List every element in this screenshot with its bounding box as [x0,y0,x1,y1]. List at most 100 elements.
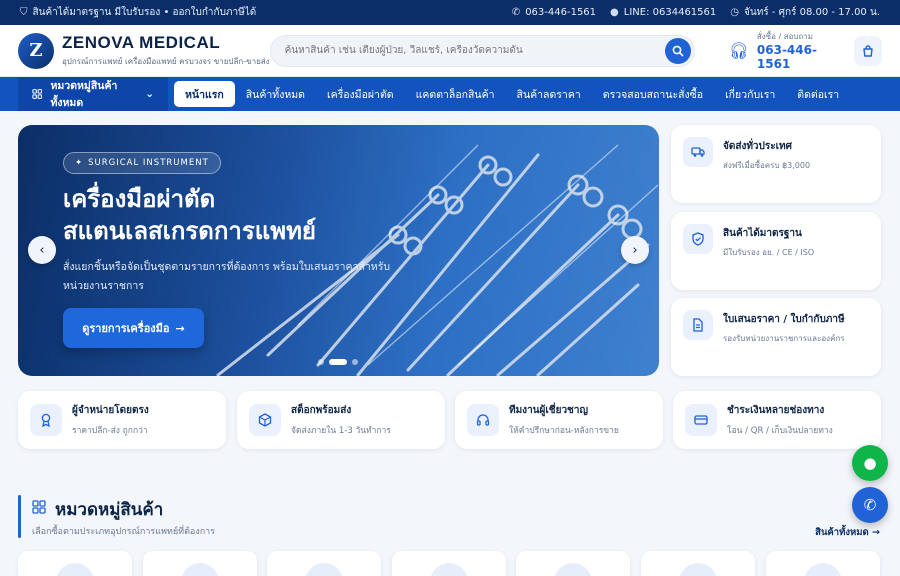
carousel-next-button[interactable]: › [621,236,649,264]
category-icon [430,563,468,576]
category-card[interactable] [18,551,132,576]
search-button[interactable] [664,37,691,64]
hero-cta-label: ดูรายการเครื่องมือ [82,322,170,335]
category-card[interactable] [143,551,257,576]
view-all-label: สินค้าทั้งหมด [815,527,869,538]
side-card-text: ส่งฟรีเมื่อซื้อครบ ฿3,000 [723,161,811,170]
topbar-phone[interactable]: ✆ 063-446-1561 [512,7,596,18]
nav-item-surgical-instruments[interactable]: เครื่องมือผ่าตัด [316,81,405,107]
sparkle-icon: ✦ [75,158,84,168]
hero-title-line2: สแตนเลสเกรดการแพทย์ [63,217,316,245]
logo-link[interactable]: Z ZENOVA MEDICAL อุปกรณ์การแพทย์ เครื่อง… [18,32,270,69]
chat-icon: ● [610,7,619,18]
all-categories-dropdown[interactable]: หมวดหมู่สินค้าทั้งหมด ⌄ [18,77,168,111]
shield-icon: ⛉ [20,7,28,18]
chat-bubble-icon: ● [863,454,877,472]
side-card-standard[interactable]: สินค้าได้มาตรฐาน มีใบรับรอง อย. / CE / I… [671,212,881,290]
brand-name: ZENOVA MEDICAL [62,33,221,52]
cart-button[interactable] [854,35,882,66]
category-card[interactable] [766,551,880,576]
feature-title: สต็อกพร้อมส่ง [291,405,352,416]
hero-badge: ✦ SURGICAL INSTRUMENT [63,152,221,174]
call-button[interactable]: ✆ [852,487,888,523]
side-card-text: รองรับหน่วยงานราชการและองค์กร [723,334,845,343]
carousel-dot[interactable] [318,359,324,365]
carousel-dot[interactable] [352,359,358,365]
hero-title-line1: เครื่องมือผ่าตัด [63,185,216,213]
credit-card-icon [685,404,717,436]
feature-text: โอน / QR / เก็บเงินปลายทาง [727,426,833,436]
feature-direct-seller: ผู้จำหน่ายโดยตรง ราคาปลีก-ส่ง ถูกกว่า [18,391,226,449]
line-chat-button[interactable]: ● [852,445,888,481]
chevron-down-icon: ⌄ [145,88,154,100]
clock-icon: ◷ [730,7,739,18]
category-icon [305,563,343,576]
nav-item-home[interactable]: หน้าแรก [174,81,235,107]
grid-icon [32,500,46,518]
feature-text: ราคาปลีก-ส่ง ถูกกว่า [72,426,148,436]
carousel-dot-active[interactable] [329,359,347,365]
hero-title: เครื่องมือผ่าตัด สแตนเลสเกรดการแพทย์ [63,183,316,247]
feature-payment: ชำระเงินหลายช่องทาง โอน / QR / เก็บเงินป… [673,391,881,449]
side-card-title: ใบเสนอราคา / ใบกำกับภาษี [723,314,845,325]
side-card-title: จัดส่งทั่วประเทศ [723,141,792,152]
hero-badge-text: SURGICAL INSTRUMENT [88,158,209,168]
topbar-hours-text: จันทร์ - ศุกร์ 08.00 - 17.00 น. [744,7,880,18]
feature-title: ทีมงานผู้เชี่ยวชาญ [509,405,588,416]
topbar-hours: ◷ จันทร์ - ศุกร์ 08.00 - 17.00 น. [730,5,880,20]
feature-stock: สต็อกพร้อมส่ง จัดส่งภายใน 1-3 วันทำการ [237,391,445,449]
carousel-prev-button[interactable]: ‹ [28,236,56,264]
nav-item-about[interactable]: เกี่ยวกับเรา [714,81,786,107]
feature-experts: ทีมงานผู้เชี่ยวชาญ ให้คำปรึกษาก่อน-หลังก… [455,391,663,449]
search-bar [269,34,695,67]
category-icon [181,563,219,576]
grid-icon [32,89,43,99]
hero-cta-button[interactable]: ดูรายการเครื่องมือ → [63,308,204,348]
view-all-products-link[interactable]: สินค้าทั้งหมด → [815,525,880,540]
section-accent-bar [18,495,21,538]
category-card[interactable] [641,551,755,576]
headset-icon [467,404,499,436]
header-contact[interactable]: 🎧︎ สั่งซื้อ / สอบถาม 063-446-1561 [729,30,842,71]
category-icon [679,563,717,576]
feature-text: จัดส่งภายใน 1-3 วันทำการ [291,426,391,436]
side-card-quotation[interactable]: ใบเสนอราคา / ใบกำกับภาษี รองรับหน่วยงานร… [671,298,881,376]
carousel-dots [318,359,358,365]
logo-icon: Z [18,32,54,69]
category-card[interactable] [267,551,381,576]
certified-notice: ⛉ สินค้าได้มาตรฐาน มีใบรับรอง • ออกใบกำก… [20,5,256,20]
nav-item-all-products[interactable]: สินค้าทั้งหมด [235,81,316,107]
nav-item-order-status[interactable]: ตรวจสอบสถานะสั่งซื้อ [592,81,714,107]
award-icon [30,404,62,436]
side-card-text: มีใบรับรอง อย. / CE / ISO [723,248,815,257]
contact-phone: 063-446-1561 [756,43,817,71]
nav-item-contact[interactable]: ติดต่อเรา [786,81,850,107]
certified-text: สินค้าได้มาตรฐาน มีใบรับรอง • ออกใบกำกับ… [32,7,257,18]
category-card[interactable] [392,551,506,576]
shopping-bag-icon [863,44,873,57]
feature-title: ผู้จำหน่ายโดยตรง [72,405,149,416]
site-header: Z ZENOVA MEDICAL อุปกรณ์การแพทย์ เครื่อง… [0,25,900,77]
nav-item-catalog[interactable]: แคตตาล็อกสินค้า [405,81,506,107]
topbar-line-text: LINE: 0634461561 [623,7,717,18]
feature-text: ให้คำปรึกษาก่อน-หลังการขาย [509,426,619,436]
nav-item-sale[interactable]: สินค้าลดราคา [506,81,592,107]
category-card[interactable] [516,551,630,576]
top-info-bar: ⛉ สินค้าได้มาตรฐาน มีใบรับรอง • ออกใบกำก… [0,0,900,25]
document-icon [683,310,713,340]
main-nav: หมวดหมู่สินค้าทั้งหมด ⌄ หน้าแรก สินค้าทั… [0,77,900,111]
feature-title: ชำระเงินหลายช่องทาง [727,405,825,416]
hero-subtitle: สั่งแยกชิ้นหรือจัดเป็นชุดตามรายการที่ต้อ… [63,261,391,292]
topbar-line[interactable]: ● LINE: 0634461561 [610,7,716,18]
search-icon [672,45,683,56]
phone-icon: ✆ [511,7,521,18]
headset-icon: 🎧︎ [728,41,749,60]
arrow-right-icon: → [872,527,880,538]
box-icon [249,404,281,436]
phone-icon: ✆ [863,496,877,514]
side-card-shipping[interactable]: จัดส่งทั่วประเทศ ส่งฟรีเมื่อซื้อครบ ฿3,0… [671,125,881,203]
hero-banner[interactable]: ✦ SURGICAL INSTRUMENT เครื่องมือผ่าตัด ส… [18,125,659,376]
section-subtitle: เลือกซื้อตามประเภทอุปกรณ์การแพทย์ที่ต้อง… [32,527,216,537]
contact-label: สั่งซื้อ / สอบถาม [756,32,814,41]
search-input[interactable] [284,45,665,56]
